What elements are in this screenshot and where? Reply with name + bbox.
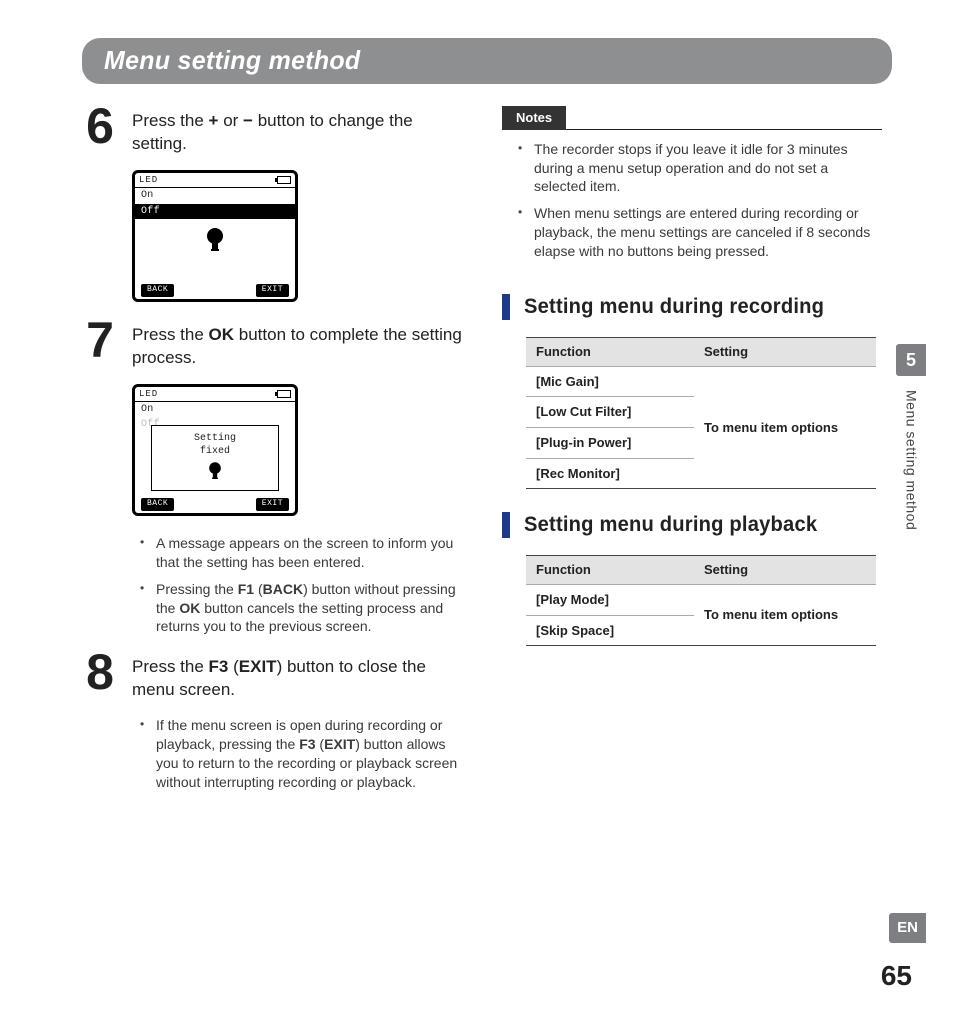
blue-bar-icon: [502, 512, 510, 538]
page-title: Menu setting method: [104, 43, 839, 78]
notes-list: The recorder stops if you leave it idle …: [516, 140, 882, 261]
left-column: 6 Press the + or − button to change the …: [82, 106, 462, 808]
bullet: A message appears on the screen to infor…: [138, 534, 462, 572]
table-cell: [Plug-in Power]: [526, 427, 694, 458]
device-row-on: On: [135, 188, 295, 204]
table-cell: [Skip Space]: [526, 615, 694, 646]
note-item: When menu settings are entered during re…: [516, 204, 882, 261]
section-title: Setting menu during recording: [524, 293, 824, 321]
th-function: Function: [526, 338, 694, 367]
step-8: 8 Press the F3 (EXIT) button to close th…: [82, 652, 462, 702]
table-cell: [Rec Monitor]: [526, 458, 694, 489]
battery-icon: [277, 176, 291, 184]
device-popup: Setting fixed: [151, 425, 279, 492]
step-number: 6: [82, 106, 118, 156]
table-cell: [Mic Gain]: [526, 366, 694, 397]
table-cell: To menu item options: [694, 366, 876, 488]
step-text: Press the + or − button to change the se…: [132, 106, 462, 156]
th-setting: Setting: [694, 338, 876, 367]
blue-bar-icon: [502, 294, 510, 320]
bulb-icon: [207, 461, 223, 486]
chapter-number: 5: [896, 344, 926, 376]
chapter-label: Menu setting method: [902, 390, 921, 530]
language-tab: EN: [889, 913, 926, 943]
step7-bullets: A message appears on the screen to infor…: [138, 534, 462, 636]
step-number: 7: [82, 320, 118, 370]
bullet: If the menu screen is open during record…: [138, 716, 462, 792]
section-title: Setting menu during playback: [524, 511, 817, 539]
th-function: Function: [526, 556, 694, 585]
page-number: 65: [881, 957, 912, 995]
device-back-button: BACK: [141, 498, 174, 511]
step8-bullets: If the menu screen is open during record…: [138, 716, 462, 792]
section-recording-heading: Setting menu during recording: [502, 293, 882, 321]
device-screen-2: LED On Off Setting fixed BACK EXIT: [132, 384, 298, 516]
note-item: The recorder stops if you leave it idle …: [516, 140, 882, 197]
th-setting: Setting: [694, 556, 876, 585]
side-tab: 5 Menu setting method: [896, 344, 926, 531]
step-text: Press the OK button to complete the sett…: [132, 320, 462, 370]
step-7: 7 Press the OK button to complete the se…: [82, 320, 462, 370]
step-6: 6 Press the + or − button to change the …: [82, 106, 462, 156]
right-column: Notes The recorder stops if you leave it…: [502, 106, 882, 668]
device-title: LED: [139, 174, 158, 186]
device-screen-1: LED On Off BACK EXIT: [132, 170, 298, 302]
device-exit-button: EXIT: [256, 284, 289, 297]
device-title: LED: [139, 388, 158, 400]
device-row-on: On: [135, 402, 295, 418]
section-playback-heading: Setting menu during playback: [502, 511, 882, 539]
device-row-off-selected: Off: [135, 204, 295, 220]
table-cell: [Low Cut Filter]: [526, 397, 694, 428]
bullet: Pressing the F1 (BACK) button without pr…: [138, 580, 462, 637]
bulb-icon: [204, 227, 226, 258]
step-text: Press the F3 (EXIT) button to close the …: [132, 652, 462, 702]
step-number: 8: [82, 652, 118, 702]
device-exit-button: EXIT: [256, 498, 289, 511]
table-cell: [Play Mode]: [526, 584, 694, 615]
table-playback: Function Setting [Play Mode] To menu ite…: [526, 555, 876, 646]
notes-label: Notes: [502, 106, 566, 130]
table-cell: To menu item options: [694, 584, 876, 645]
page-title-bar: Menu setting method: [82, 38, 892, 84]
battery-icon: [277, 390, 291, 398]
notes-block: Notes The recorder stops if you leave it…: [502, 106, 882, 261]
device-back-button: BACK: [141, 284, 174, 297]
table-recording: Function Setting [Mic Gain] To menu item…: [526, 337, 876, 489]
